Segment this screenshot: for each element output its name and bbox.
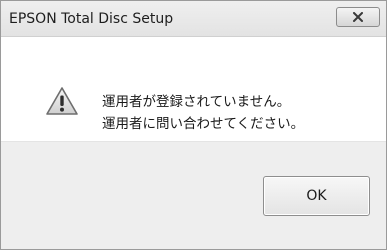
warning-icon (46, 87, 78, 115)
message-dialog: EPSON Total Disc Setup 運用者が登録されていません。 運用… (0, 0, 387, 250)
close-icon (353, 12, 363, 22)
message-line-1: 運用者が登録されていません。 (102, 94, 291, 110)
title-bar: EPSON Total Disc Setup (1, 1, 386, 37)
ok-button[interactable]: OK (263, 176, 370, 216)
close-button[interactable] (336, 7, 380, 27)
dialog-message: 運用者が登録されていません。 運用者に問い合わせてください。 (102, 91, 304, 135)
message-line-2: 運用者に問い合わせてください。 (102, 116, 305, 132)
window-title: EPSON Total Disc Setup (9, 11, 174, 27)
dialog-footer: OK (1, 141, 386, 249)
